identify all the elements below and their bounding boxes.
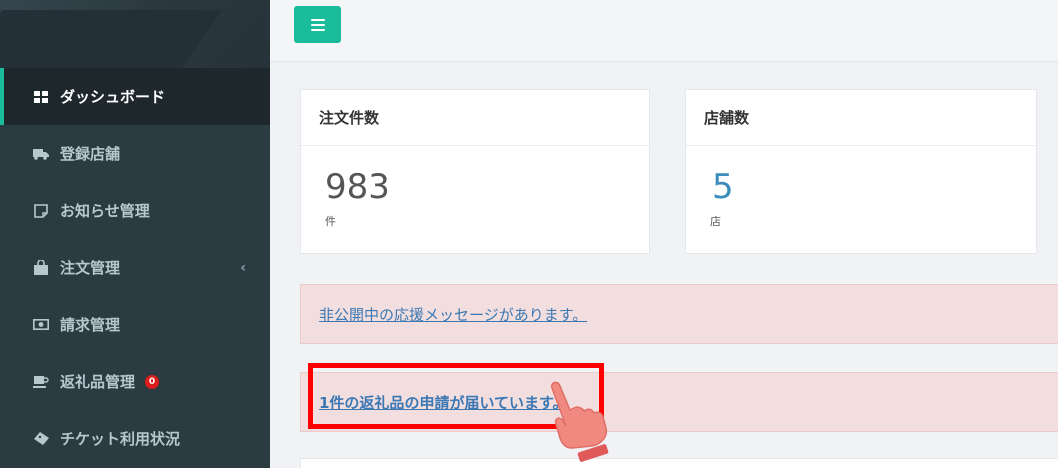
notification-badge: 0 [145,374,160,389]
header-decoration [0,10,223,68]
sidebar-item-label: 注文管理 [60,259,121,277]
next-card [300,458,1058,468]
sidebar-item-tickets[interactable]: チケット利用状況 [0,410,270,467]
sidebar-item-gifts[interactable]: 返礼品管理 0 [0,353,270,410]
chevron-left-icon: ‹ [240,259,246,276]
hamburger-icon [310,16,325,34]
sidebar-item-label: チケット利用状況 [60,430,181,448]
ticket-icon [32,431,50,447]
sidebar-item-label: お知らせ管理 [60,202,150,220]
sidebar-menu: ダッシュボード 登録店舗 お知らせ管理 注文管理 ‹ 請求管理 返礼品管理 0 … [0,68,270,467]
card-unit: 件 [325,215,336,228]
sidebar-item-label: 返礼品管理 [60,373,136,391]
shopping-bag-icon [32,260,50,276]
sidebar-toggle-button[interactable] [294,6,341,43]
sidebar: ダッシュボード 登録店舗 お知らせ管理 注文管理 ‹ 請求管理 返礼品管理 0 … [0,0,270,468]
card-value: 983 [325,167,390,207]
card-unit: 店 [710,215,721,228]
support-message-link[interactable]: 非公開中の応援メッセージがあります。 [319,304,587,325]
sidebar-item-orders[interactable]: 注文管理 ‹ [0,239,270,296]
money-icon [32,317,50,333]
sidebar-item-label: 登録店舗 [60,145,121,163]
store-count-card: 店舗数 5 店 [685,89,1037,254]
sidebar-item-stores[interactable]: 登録店舗 [0,125,270,182]
sidebar-header [0,0,270,68]
card-title: 店舗数 [686,90,1036,146]
truck-icon [32,146,50,162]
sidebar-item-billing[interactable]: 請求管理 [0,296,270,353]
topbar [270,0,1058,62]
sidebar-item-dashboard[interactable]: ダッシュボード [0,68,270,125]
coffee-icon [32,374,50,390]
order-count-card: 注文件数 983 件 [300,89,650,254]
dashboard-icon [32,89,50,105]
support-message-alert: 非公開中の応援メッセージがあります。 [300,284,1058,344]
sidebar-item-label: ダッシュボード [60,88,166,106]
pointing-hand-icon [550,381,609,462]
note-icon [32,203,50,219]
sidebar-item-label: 請求管理 [60,316,121,334]
card-title: 注文件数 [301,90,649,146]
card-value: 5 [712,167,734,207]
app: ダッシュボード 登録店舗 お知らせ管理 注文管理 ‹ 請求管理 返礼品管理 0 … [0,0,1058,468]
sidebar-item-notices[interactable]: お知らせ管理 [0,182,270,239]
